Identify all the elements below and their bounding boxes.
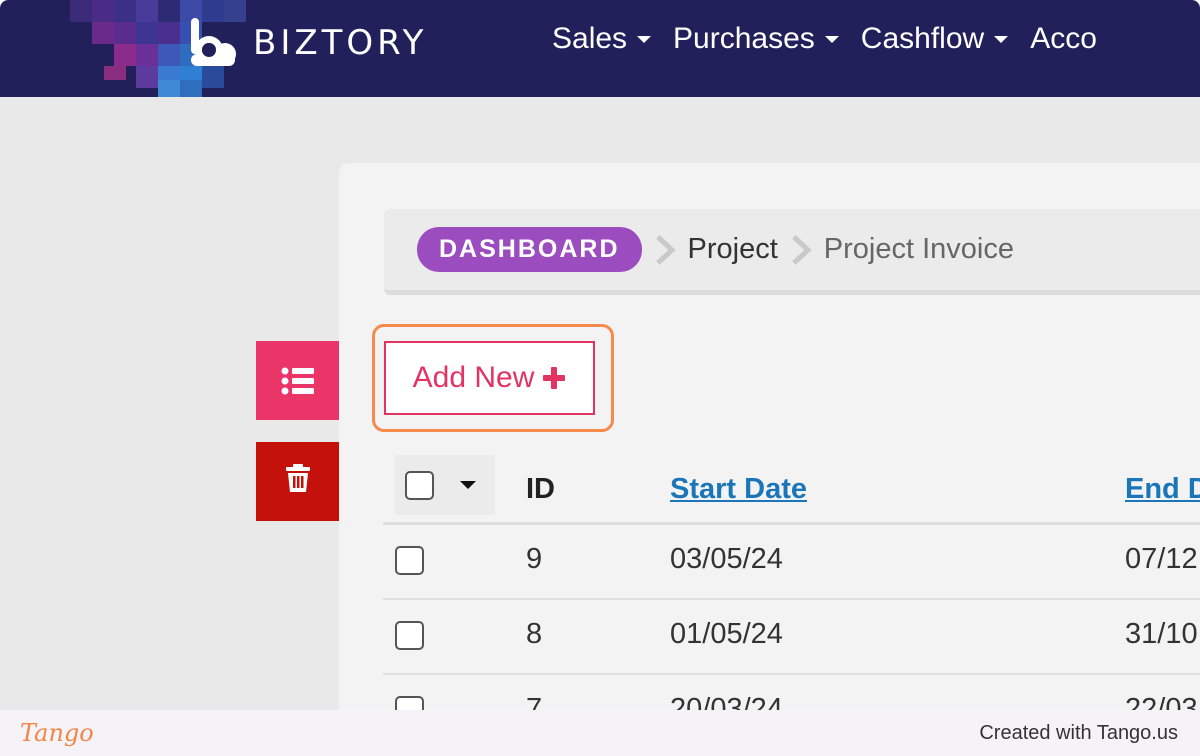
cell-id: 8 [526,618,543,650]
app-window: BIZTORY Sales Purchases Cashflow Acco DA… [0,0,1200,710]
cell-start-date: 03/05/24 [670,543,783,575]
list-icon [281,367,314,394]
add-new-label: Add New [412,361,535,394]
caret-down-icon [824,35,839,43]
invoice-table: ID Start Date End D 9 03/05/24 07/12 8 0… [383,455,1200,710]
select-all-group [395,455,495,515]
nav-accounting[interactable]: Acco [1030,22,1097,56]
nav-cashflow-label: Cashflow [860,22,985,55]
table-row[interactable]: 7 20/03/24 22/03 [383,675,1200,710]
cell-end-date: 31/10 [1125,618,1198,650]
nav-sales[interactable]: Sales [552,22,652,56]
breadcrumb-project-invoice: Project Invoice [823,233,1014,265]
caret-down-icon [994,35,1009,43]
tango-footer: Tango Created with Tango.us [0,710,1200,756]
biztory-logo-icon [191,18,236,66]
biztory-logo[interactable]: BIZTORY [187,18,427,68]
column-header-end-date[interactable]: End D [1125,473,1200,506]
row-checkbox[interactable] [395,621,424,650]
table-row[interactable]: 8 01/05/24 31/10 [383,600,1200,675]
cell-id: 9 [526,543,543,575]
add-new-button[interactable]: Add New [384,341,595,415]
chevron-right-icon [792,234,812,265]
row-checkbox[interactable] [395,696,424,710]
brand-name: BIZTORY [253,23,428,63]
column-header-id: ID [526,473,555,505]
cell-id: 7 [526,693,543,710]
table-header: ID Start Date End D [383,455,1200,525]
tango-logo: Tango [20,719,94,747]
table-row[interactable]: 9 03/05/24 07/12 [383,525,1200,600]
chevron-right-icon [655,234,676,265]
top-navbar: BIZTORY Sales Purchases Cashflow Acco [0,0,1200,97]
caret-down-icon [637,35,652,43]
cell-start-date: 20/03/24 [670,693,783,710]
nav-purchases[interactable]: Purchases [673,22,839,56]
column-header-start-date[interactable]: Start Date [670,473,807,506]
nav-purchases-label: Purchases [673,22,815,55]
nav-accounting-label: Acco [1030,22,1097,55]
breadcrumb-project[interactable]: Project [688,233,778,266]
trash-icon [285,464,310,492]
plus-icon [543,367,566,389]
main-menu: Sales Purchases Cashflow Acco [552,22,1119,56]
nav-cashflow[interactable]: Cashflow [860,22,1009,56]
cell-start-date: 01/05/24 [670,618,783,650]
bulk-actions-caret-icon[interactable] [460,481,476,489]
delete-button[interactable] [256,442,339,521]
breadcrumb-dashboard[interactable]: DASHBOARD [417,227,642,272]
list-view-button[interactable] [256,341,339,420]
cell-end-date: 07/12 [1125,543,1198,575]
cell-end-date: 22/03 [1125,693,1198,710]
nav-sales-label: Sales [552,22,628,55]
breadcrumb: DASHBOARD Project Project Invoice [384,209,1200,295]
select-all-checkbox[interactable] [405,470,434,500]
tango-credit: Created with Tango.us [979,721,1178,744]
row-checkbox[interactable] [395,546,424,575]
